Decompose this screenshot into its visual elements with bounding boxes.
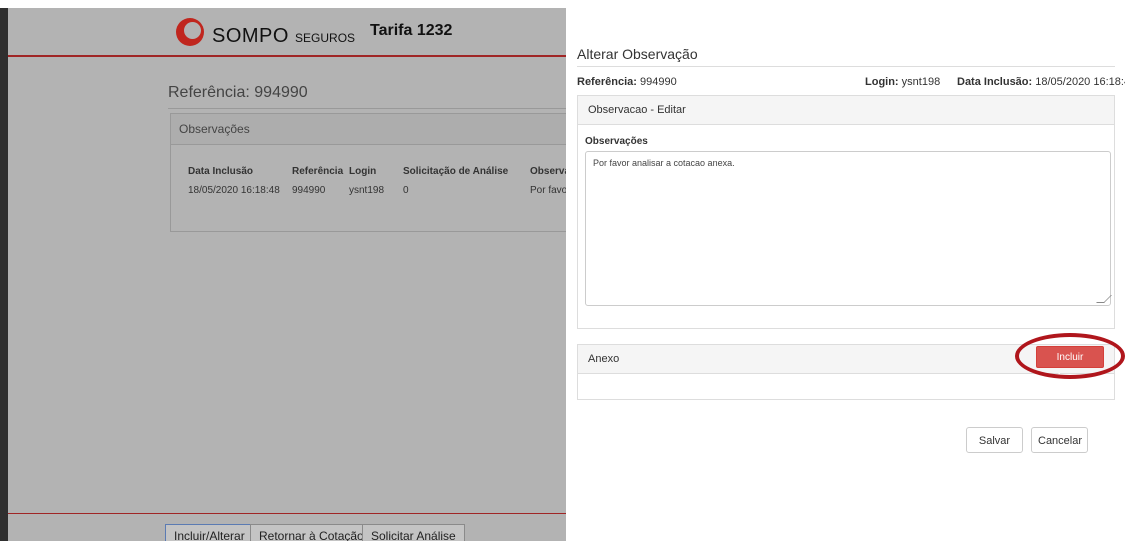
data-inclusao-meta: Data Inclusão: 18/05/2020 16:18:49 [957,76,1125,88]
reference-title: Referência: 994990 [168,84,308,101]
column-header[interactable]: Observaç [530,166,566,177]
table-cell[interactable]: 0 [403,185,409,196]
observacoes-panel: Observações Data Inclusão Referência Log… [170,113,566,232]
retornar-cotacao-button[interactable]: Retornar à Cotação [250,524,373,541]
column-header[interactable]: Solicitação de Análise [403,166,508,177]
modal-title: Alterar Observação [577,46,698,62]
brand-logo-text: SOMPO SEGUROS [212,25,356,47]
divider [168,108,566,109]
table-cell[interactable]: Por favor [530,185,566,196]
observacoes-label: Observações [585,136,648,147]
salvar-button[interactable]: Salvar [966,427,1023,453]
solicitar-analise-button[interactable]: Solicitar Análise [362,524,465,541]
sompo-logo-icon [176,18,204,46]
observacoes-text: Por favor analisar a cotacao anexa. [593,158,735,168]
column-header[interactable]: Login [349,166,376,177]
cancelar-button[interactable]: Cancelar [1031,427,1088,453]
incluir-alterar-button[interactable]: Incluir/Alterar [165,524,254,541]
referencia-label: Referência: [577,76,637,88]
table-cell[interactable]: 994990 [292,185,325,196]
referencia-value: 994990 [639,76,677,88]
column-header[interactable]: Referência [292,166,343,177]
data-inclusao-value: 18/05/2020 16:18:49 [1035,76,1125,88]
footer-divider [8,513,566,514]
login-value: ysnt198 [901,76,941,88]
table-cell[interactable]: 18/05/2020 16:18:48 [188,185,280,196]
top-margin [0,0,566,8]
modal-divider [577,66,1115,67]
resize-handle-icon[interactable] [1096,295,1112,303]
observacoes-textarea[interactable]: Por favor analisar a cotacao anexa. [585,151,1112,306]
app-header: SOMPO SEGUROS Tarifa 1232 [8,8,566,57]
edit-panel-title: Observacao - Editar [578,96,1114,125]
referencia-meta: Referência: 994990 [577,76,677,88]
login-meta: Login: ysnt198 [865,76,940,88]
panel-title: Observações [171,114,566,145]
table-cell[interactable]: ysnt198 [349,185,384,196]
background-page: SOMPO SEGUROS Tarifa 1232 Referência: 99… [8,8,566,541]
highlight-annotation [1015,333,1125,379]
data-inclusao-label: Data Inclusão: [957,76,1033,88]
window-edge [0,8,8,541]
column-header[interactable]: Data Inclusão [188,166,253,177]
login-label: Login: [865,76,899,88]
app-title: Tarifa 1232 [370,22,453,39]
